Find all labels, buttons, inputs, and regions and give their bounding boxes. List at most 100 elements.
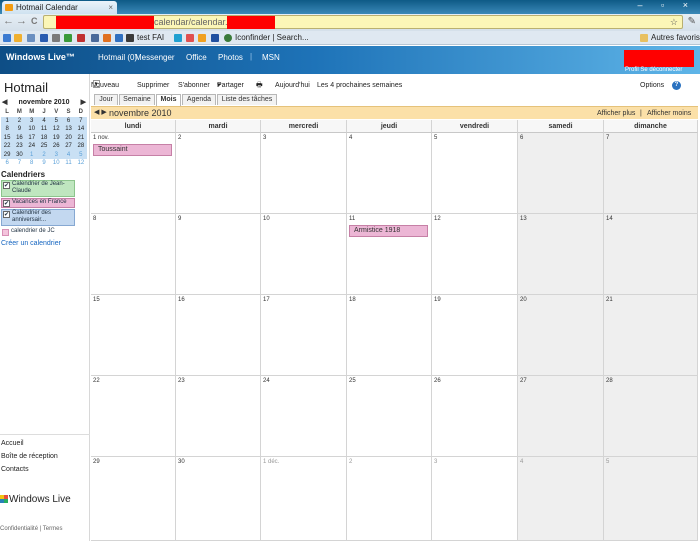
day-cell[interactable]: 4 — [518, 457, 604, 541]
windows-live-logo[interactable]: Windows Live™ — [6, 52, 75, 62]
url-input[interactable]: calendar/calendar. ☆ — [43, 15, 683, 29]
bookmark-star-icon[interactable]: ☆ — [670, 16, 678, 28]
mini-day[interactable]: 19 — [50, 133, 63, 142]
bookmark-icon[interactable] — [198, 34, 206, 42]
mini-day[interactable]: 16 — [13, 133, 26, 142]
show-more-link[interactable]: Afficher plus — [597, 107, 635, 120]
nav-photos[interactable]: Photos — [218, 53, 243, 62]
mini-day[interactable]: 5 — [50, 116, 63, 125]
mini-day[interactable]: 9 — [13, 125, 26, 134]
mini-day[interactable]: 6 — [62, 116, 75, 125]
tab-mois[interactable]: Mois — [156, 94, 181, 106]
mini-day[interactable]: 4 — [37, 116, 51, 125]
day-cell[interactable]: 30 — [176, 457, 261, 541]
bookmark-test-fai[interactable]: test FAI — [137, 31, 164, 45]
mini-next-icon[interactable]: ▶ — [81, 98, 86, 108]
bookmark-icon[interactable] — [77, 34, 85, 42]
tab-jour[interactable]: Jour — [94, 94, 118, 105]
show-less-link[interactable]: Afficher moins — [647, 107, 691, 120]
mini-day[interactable]: 1 — [25, 150, 38, 159]
mini-day[interactable]: 8 — [26, 159, 38, 168]
mini-day[interactable]: 10 — [25, 125, 38, 134]
day-cell[interactable]: 15 — [91, 295, 176, 376]
day-cell[interactable]: 17 — [261, 295, 347, 376]
mini-day[interactable]: 2 — [13, 116, 26, 125]
create-calendar-link[interactable]: Créer un calendrier — [1, 240, 61, 247]
wrench-icon[interactable]: ✎ — [688, 16, 696, 27]
day-cell[interactable]: 29 — [91, 457, 176, 541]
browser-tab[interactable]: Hotmail Calendar × — [2, 1, 117, 14]
mini-day[interactable]: 7 — [13, 159, 25, 168]
sidebar-link-accueil[interactable]: Accueil — [1, 440, 24, 447]
forward-arrow-icon[interactable]: → — [16, 15, 27, 27]
checkbox-checked-icon[interactable]: ✔ — [3, 200, 10, 207]
nav-office[interactable]: Office — [186, 53, 207, 62]
mini-day[interactable]: 11 — [62, 159, 74, 168]
windows-live-footer-logo[interactable]: Windows Live — [0, 494, 71, 505]
mini-day[interactable]: 24 — [25, 142, 38, 151]
checkbox-checked-icon[interactable]: ✔ — [3, 211, 10, 218]
mini-day[interactable]: 21 — [74, 133, 87, 142]
mini-day[interactable]: 11 — [37, 125, 51, 134]
delete-button[interactable]: Supprimer — [137, 80, 169, 92]
day-cell[interactable]: 3 — [261, 133, 347, 214]
today-button[interactable]: Aujourd'hui — [275, 80, 310, 92]
mini-day[interactable]: 10 — [50, 159, 62, 168]
bookmark-iconfinder[interactable]: Iconfinder | Search... — [235, 31, 309, 45]
calendar-item-vacances[interactable]: ✔ Vacances en France — [1, 198, 75, 208]
mini-day[interactable]: 1 — [1, 116, 14, 125]
mini-day[interactable]: 12 — [75, 159, 87, 168]
bookmark-icon[interactable] — [103, 34, 111, 42]
next-weeks-button[interactable]: Les 4 prochaines semaines — [317, 80, 402, 92]
mini-day[interactable]: 2 — [37, 150, 51, 159]
mini-day[interactable]: 3 — [25, 116, 38, 125]
day-cell[interactable]: 25 — [347, 376, 432, 457]
tab-close-icon[interactable]: × — [108, 1, 113, 14]
mini-day[interactable]: 9 — [38, 159, 50, 168]
day-cell[interactable]: 22 — [91, 376, 176, 457]
day-cell[interactable]: 3 — [432, 457, 518, 541]
back-arrow-icon[interactable]: ← — [3, 15, 14, 27]
print-icon[interactable]: 🖶 — [256, 80, 263, 92]
mini-day[interactable]: 29 — [1, 150, 14, 159]
bookmark-icon[interactable] — [27, 34, 35, 42]
sidebar-link-contacts[interactable]: Contacts — [1, 466, 29, 473]
nav-messenger[interactable]: Messenger — [135, 53, 175, 62]
mini-day[interactable]: 8 — [1, 125, 14, 134]
day-cell[interactable]: 24 — [261, 376, 347, 457]
mini-day[interactable]: 7 — [74, 116, 87, 125]
mini-day[interactable]: 14 — [74, 125, 87, 134]
checkbox-checked-icon[interactable]: ✔ — [3, 182, 10, 189]
subscribe-button[interactable]: S'abonner — [178, 80, 210, 92]
nav-hotmail[interactable]: Hotmail (0) — [98, 53, 137, 62]
options-button[interactable]: Options — [640, 80, 664, 92]
mini-day[interactable]: 27 — [62, 142, 75, 151]
mini-day[interactable]: 30 — [13, 150, 26, 159]
calendar-event[interactable]: Toussaint — [93, 144, 172, 156]
iconfinder-icon[interactable] — [224, 34, 232, 42]
day-cell[interactable]: 9 — [176, 214, 261, 295]
day-cell[interactable]: 21 — [604, 295, 698, 376]
day-cell[interactable]: 2 — [347, 457, 432, 541]
signout-link[interactable]: Profil Se déconnecter — [625, 67, 682, 73]
day-cell[interactable]: 14 — [604, 214, 698, 295]
mini-day[interactable]: 12 — [50, 125, 63, 134]
tab-semaine[interactable]: Semaine — [119, 94, 155, 105]
day-cell[interactable]: 27 — [518, 376, 604, 457]
bookmark-icon[interactable] — [115, 34, 123, 42]
day-cell[interactable]: 6 — [518, 133, 604, 214]
mini-day[interactable]: 4 — [62, 150, 75, 159]
day-cell[interactable]: 23 — [176, 376, 261, 457]
mini-day[interactable]: 5 — [74, 150, 87, 159]
day-cell[interactable]: 4 — [347, 133, 432, 214]
day-cell[interactable]: 10 — [261, 214, 347, 295]
mini-day[interactable]: 3 — [50, 150, 63, 159]
bookmark-icon[interactable] — [40, 34, 48, 42]
mini-day[interactable]: 26 — [50, 142, 63, 151]
nav-msn[interactable]: MSN — [262, 53, 280, 62]
mini-day[interactable]: 15 — [1, 133, 14, 142]
bookmark-icon[interactable] — [3, 34, 11, 42]
bookmark-icon[interactable] — [211, 34, 219, 42]
bookmark-icon[interactable] — [126, 34, 134, 42]
mini-prev-icon[interactable]: ◀ — [2, 98, 7, 108]
